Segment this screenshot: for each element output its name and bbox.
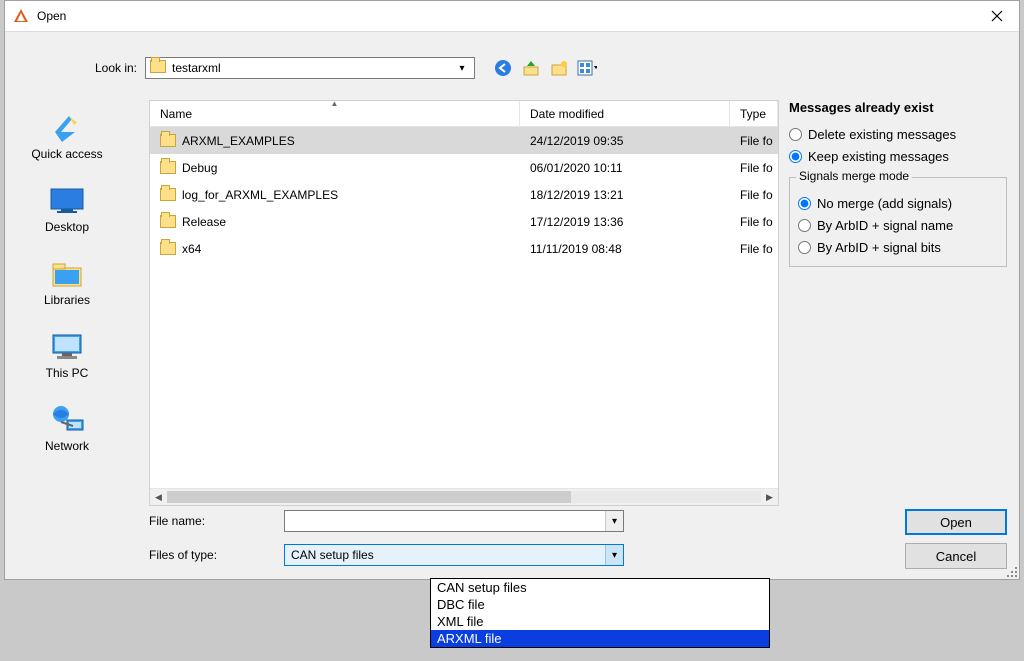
table-row[interactable]: Release 17/12/2019 13:36File fo	[150, 208, 778, 235]
this-pc-label: This PC	[46, 366, 89, 380]
filetype-label: Files of type:	[149, 548, 284, 562]
signals-merge-group: Signals merge mode No merge (add signals…	[789, 177, 1007, 267]
row-type: File fo	[730, 242, 778, 256]
folder-icon	[160, 215, 176, 228]
new-folder-icon[interactable]	[549, 58, 569, 78]
row-date: 18/12/2019 13:21	[520, 188, 730, 202]
delete-existing-radio[interactable]: Delete existing messages	[789, 123, 1007, 145]
merge-none-radio[interactable]: No merge (add signals)	[798, 192, 998, 214]
chevron-down-icon[interactable]: ▾	[605, 545, 623, 565]
resize-grip[interactable]	[1005, 565, 1017, 577]
row-type: File fo	[730, 188, 778, 202]
network-place[interactable]: Network	[45, 404, 89, 453]
table-row[interactable]: Debug 06/01/2020 10:11File fo	[150, 154, 778, 181]
scroll-track[interactable]	[167, 491, 761, 503]
folder-icon	[160, 242, 176, 255]
filetype-combo[interactable]: CAN setup files ▾	[284, 544, 624, 566]
folder-icon	[150, 60, 166, 76]
close-button[interactable]	[974, 1, 1019, 31]
row-type: File fo	[730, 134, 778, 148]
nav-toolbar	[493, 58, 597, 78]
row-name: x64	[182, 242, 201, 256]
folder-icon	[160, 188, 176, 201]
row-name: Release	[182, 215, 226, 229]
column-type[interactable]: Type	[730, 101, 778, 126]
app-icon	[13, 8, 29, 24]
quick-access-place[interactable]: Quick access	[31, 112, 102, 161]
row-name: log_for_ARXML_EXAMPLES	[182, 188, 338, 202]
row-date: 17/12/2019 13:36	[520, 215, 730, 229]
titlebar: Open	[5, 1, 1019, 31]
scroll-thumb[interactable]	[167, 491, 571, 503]
row-name: Debug	[182, 161, 217, 175]
filename-input[interactable]	[285, 514, 605, 528]
chevron-down-icon: ▾	[454, 63, 470, 74]
table-row[interactable]: x64 11/11/2019 08:48File fo	[150, 235, 778, 262]
scroll-right-icon[interactable]: ▶	[761, 489, 778, 505]
row-date: 24/12/2019 09:35	[520, 134, 730, 148]
row-date: 06/01/2020 10:11	[520, 161, 730, 175]
scroll-left-icon[interactable]: ◀	[150, 489, 167, 505]
column-date[interactable]: Date modified	[520, 101, 730, 126]
lookin-label: Look in:	[5, 61, 145, 75]
this-pc-place[interactable]: This PC	[45, 331, 89, 380]
up-icon[interactable]	[521, 58, 541, 78]
row-name: ARXML_EXAMPLES	[182, 134, 295, 148]
column-name[interactable]: ▲Name	[150, 101, 520, 126]
merge-arbid-bits-radio[interactable]: By ArbID + signal bits	[798, 236, 998, 258]
keep-existing-radio[interactable]: Keep existing messages	[789, 145, 1007, 167]
merge-arbid-name-radio[interactable]: By ArbID + signal name	[798, 214, 998, 236]
libraries-place[interactable]: Libraries	[44, 258, 90, 307]
table-row[interactable]: ARXML_EXAMPLES 24/12/2019 09:35File fo	[150, 127, 778, 154]
desktop-icon	[45, 185, 89, 217]
desktop-place[interactable]: Desktop	[45, 185, 89, 234]
filetype-dropdown[interactable]: CAN setup filesDBC fileXML fileARXML fil…	[430, 578, 770, 648]
filename-combo[interactable]: ▾	[284, 510, 624, 532]
back-icon[interactable]	[493, 58, 513, 78]
signals-merge-legend: Signals merge mode	[796, 169, 912, 183]
network-label: Network	[45, 439, 89, 453]
desktop-label: Desktop	[45, 220, 89, 234]
table-row[interactable]: log_for_ARXML_EXAMPLES 18/12/2019 13:21Fi…	[150, 181, 778, 208]
quick-access-label: Quick access	[31, 147, 102, 161]
row-date: 11/11/2019 08:48	[520, 242, 730, 256]
folder-icon	[160, 134, 176, 147]
sort-asc-icon: ▲	[331, 99, 339, 108]
this-pc-icon	[45, 331, 89, 363]
libraries-icon	[45, 258, 89, 290]
filetype-option[interactable]: XML file	[431, 613, 769, 630]
lookin-combo[interactable]: testarxml ▾	[145, 57, 475, 79]
filetype-option[interactable]: DBC file	[431, 596, 769, 613]
view-menu-icon[interactable]	[577, 58, 597, 78]
options-panel: Messages already exist Delete existing m…	[789, 100, 1007, 267]
filename-label: File name:	[149, 514, 284, 528]
row-type: File fo	[730, 215, 778, 229]
open-dialog-window: Open Look in: testarxml ▾	[4, 0, 1020, 580]
dialog-body: Look in: testarxml ▾ Quick access	[5, 31, 1019, 579]
list-header: ▲Name Date modified Type	[150, 101, 778, 127]
folder-icon	[160, 161, 176, 174]
open-button[interactable]: Open	[905, 509, 1007, 535]
messages-exist-title: Messages already exist	[789, 100, 1007, 115]
filetype-value: CAN setup files	[285, 548, 605, 562]
chevron-down-icon[interactable]: ▾	[605, 511, 623, 531]
libraries-label: Libraries	[44, 293, 90, 307]
window-title: Open	[37, 9, 974, 23]
horizontal-scrollbar[interactable]: ◀ ▶	[150, 488, 778, 505]
places-bar: Quick access Desktop Libraries This PC N…	[17, 112, 117, 505]
filetype-option[interactable]: CAN setup files	[431, 579, 769, 596]
lookin-value: testarxml	[172, 61, 454, 75]
network-icon	[45, 404, 89, 436]
filetype-option[interactable]: ARXML file	[431, 630, 769, 647]
row-type: File fo	[730, 161, 778, 175]
cancel-button[interactable]: Cancel	[905, 543, 1007, 569]
quick-access-icon	[45, 112, 89, 144]
file-list: ▲Name Date modified Type ARXML_EXAMPLES 2…	[149, 100, 779, 506]
